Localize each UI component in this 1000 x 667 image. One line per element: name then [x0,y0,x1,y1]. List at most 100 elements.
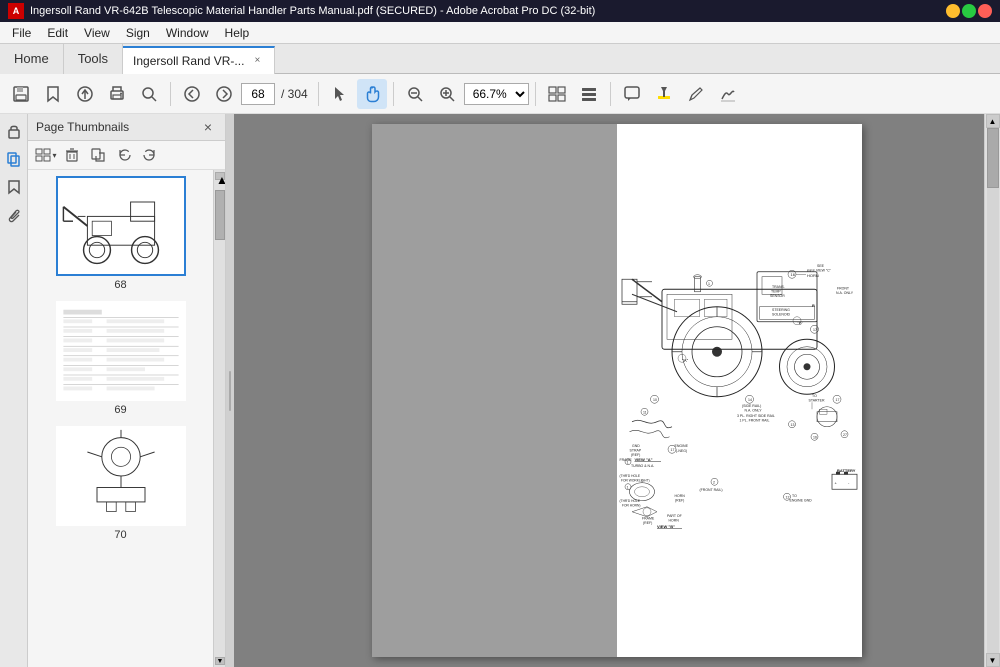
svg-text:STRAP: STRAP [630,448,642,452]
svg-text:PART OF: PART OF [667,514,682,518]
close-btn[interactable] [978,4,992,18]
navigation-group: 68 / 304 [177,79,312,109]
pdf-scroll-thumb[interactable] [987,128,999,188]
svg-text:13: 13 [791,423,795,427]
scroll-thumb-thumbnail[interactable] [215,190,225,240]
svg-text:1: 1 [708,282,710,286]
rotate-ccw-button[interactable] [112,144,136,166]
scroll-mode-button[interactable] [574,79,604,109]
thumbnail-scrollbar[interactable]: ▲ ▼ [213,170,225,667]
lock-icon[interactable] [3,120,25,142]
tab-close-button[interactable]: × [250,54,264,68]
svg-text:+: + [835,480,838,485]
svg-text:(REF): (REF) [643,521,652,525]
dropdown-arrow-icon: ▾ [52,151,56,160]
print-button[interactable] [102,79,132,109]
thumbnail-page-num-69: 69 [114,404,126,416]
pdf-scroll-track [987,128,999,653]
svg-text:(-NEG): (-NEG) [676,449,687,453]
tab-tools-label: Tools [78,51,108,66]
pdf-vertical-scrollbar[interactable]: ▲ ▼ [984,114,1000,667]
svg-text:(THR'D HOLE: (THR'D HOLE [620,474,641,478]
hand-tool-button[interactable] [357,79,387,109]
svg-text:27: 27 [843,433,847,437]
separator-4 [535,82,536,106]
svg-text:FRONT: FRONT [837,286,850,290]
svg-text:SENSOR: SENSOR [770,294,785,298]
svg-text:REF: REF [807,268,816,273]
svg-text:11: 11 [643,410,647,414]
thumbnail-page-70[interactable]: 70 [34,426,207,541]
pdf-scroll-down[interactable]: ▼ [986,653,1000,667]
signature-button[interactable] [713,79,743,109]
svg-text:FRAME: FRAME [620,458,633,462]
extract-page-button[interactable] [86,144,110,166]
page-total-label: / 304 [277,87,312,101]
svg-text:B: B [812,303,815,308]
svg-text:1 PL. FRONT RAIL: 1 PL. FRONT RAIL [740,418,770,422]
tab-home[interactable]: Home [0,44,64,74]
toolbar: 68 / 304 66.7% 50% 75% 100% 125% 150% [0,74,1000,114]
menu-help[interactable]: Help [217,24,258,42]
draw-button[interactable] [681,79,711,109]
highlight-button[interactable] [649,79,679,109]
svg-text:HORN: HORN [807,273,819,278]
find-button[interactable] [134,79,164,109]
tab-tools[interactable]: Tools [64,44,123,74]
scroll-up-arrow[interactable]: ▲ [215,172,225,180]
zoom-in-button[interactable] [432,79,462,109]
attachments-icon[interactable] [3,204,25,226]
comment-button[interactable] [617,79,647,109]
page-diagram: 16 REF HORN SEE VIEW "C" FRONT N.A. ONLY… [617,124,862,657]
menu-sign[interactable]: Sign [118,24,158,42]
pdf-content[interactable]: 16 REF HORN SEE VIEW "C" FRONT N.A. ONLY… [234,114,1000,667]
main-area: Page Thumbnails × ▾ [0,114,1000,667]
tab-document[interactable]: Ingersoll Rand VR-... × [123,46,275,74]
svg-text:17: 17 [836,398,840,402]
menu-bar: File Edit View Sign Window Help [0,22,1000,44]
svg-text:(THR'D HOLE: (THR'D HOLE [620,499,641,503]
pages-icon[interactable] [3,148,25,170]
scroll-down-arrow[interactable]: ▼ [215,657,225,665]
delete-page-button[interactable] [60,144,84,166]
next-page-button[interactable] [209,79,239,109]
page-gray-overlay [372,124,617,657]
svg-text:10: 10 [653,398,657,402]
separator-3 [393,82,394,106]
page-number-input[interactable]: 68 [241,83,275,105]
separator-5 [610,82,611,106]
svg-text:1: 1 [627,485,629,489]
left-sidebar [0,114,28,667]
minimize-btn[interactable] [946,4,960,18]
prev-page-button[interactable] [177,79,207,109]
thumbnail-page-68[interactable]: 68 [34,176,207,291]
bookmarks-icon[interactable] [3,176,25,198]
save-button[interactable] [6,79,36,109]
pdf-scroll-up[interactable]: ▲ [986,114,1000,128]
resize-handle[interactable] [226,114,234,667]
upload-button[interactable] [70,79,100,109]
zoom-out-button[interactable] [400,79,430,109]
separator-2 [318,82,319,106]
menu-view[interactable]: View [76,24,118,42]
menu-file[interactable]: File [4,24,39,42]
menu-window[interactable]: Window [158,24,217,42]
rotate-cw-button[interactable] [138,144,162,166]
app-icon: A [8,3,24,19]
file-tools-group [6,79,164,109]
thumbnail-view-button[interactable]: ▾ [34,144,58,166]
svg-text:TEMP: TEMP [771,289,781,293]
fit-page-button[interactable] [542,79,572,109]
menu-edit[interactable]: Edit [39,24,76,42]
thumbnail-page-69[interactable]: 69 [34,301,207,416]
bookmark-button[interactable] [38,79,68,109]
svg-text:17: 17 [813,328,817,332]
thumbnail-list: 68 [28,170,213,667]
svg-text:(REF): (REF) [631,453,640,457]
thumbnail-close-button[interactable]: × [199,118,217,136]
cursor-tool-button[interactable] [325,79,355,109]
zoom-select[interactable]: 66.7% 50% 75% 100% 125% 150% [464,83,529,105]
maximize-btn[interactable] [962,4,976,18]
svg-text:3 PL. RIGHT SIDE RAIL: 3 PL. RIGHT SIDE RAIL [737,414,775,418]
svg-text:(FRONT RAIL): (FRONT RAIL) [700,488,723,492]
